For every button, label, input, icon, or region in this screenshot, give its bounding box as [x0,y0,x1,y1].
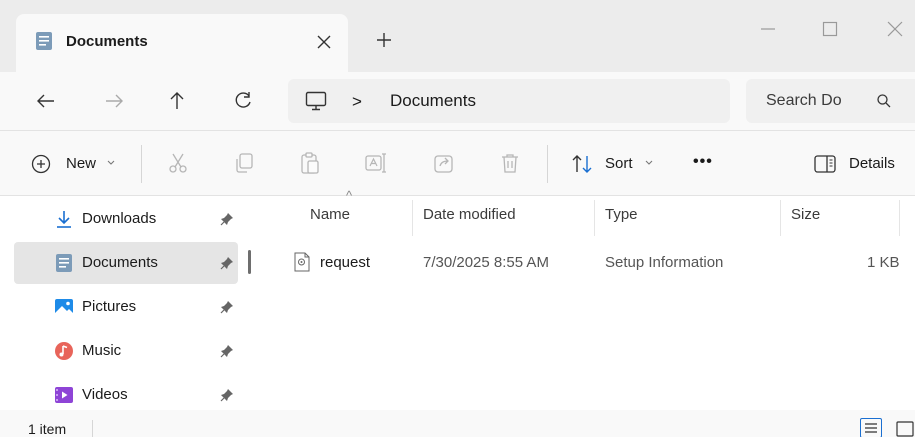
table-row[interactable]: request 7/30/2025 8:55 AM Setup Informat… [286,246,915,280]
details-label: Details [849,155,895,172]
pin-icon[interactable] [220,212,234,226]
file-date-modified: 7/30/2025 8:55 AM [423,254,549,271]
column-divider[interactable] [594,200,595,236]
tab-documents[interactable]: Documents [16,14,348,72]
chevron-down-icon [644,159,654,167]
command-bar: New Sort ••• Details [0,130,915,196]
tab-title: Documents [66,33,148,50]
sidebar-scrollbar-thumb[interactable] [248,250,251,274]
sort-arrows-icon [570,152,594,176]
delete-icon[interactable] [498,151,522,175]
minimize-icon[interactable] [753,14,783,44]
search-icon[interactable] [876,93,892,109]
close-tab-icon[interactable] [312,30,336,54]
sidebar-item-label: Pictures [82,298,137,315]
large-icons-view-icon[interactable] [893,418,915,437]
toolbar-divider [141,145,142,183]
pin-icon[interactable] [220,388,234,402]
sort-label: Sort [605,155,633,172]
documents-folder-icon [35,31,53,51]
rename-icon[interactable] [364,151,388,175]
file-list: ^ Name Date modified Type Size request 7… [262,188,915,410]
pin-icon[interactable] [220,300,234,314]
pictures-icon [54,297,74,317]
new-tab-icon[interactable] [372,28,396,52]
new-label: New [66,155,97,172]
up-icon[interactable] [163,87,191,115]
navigation-bar: > Documents Search Do [0,72,915,130]
address-bar[interactable]: > Documents [288,79,730,123]
sidebar-item-pictures[interactable]: Pictures [14,286,238,328]
pin-icon[interactable] [220,344,234,358]
music-icon [54,341,74,361]
see-more-button[interactable]: ••• [693,153,713,171]
status-divider [92,420,93,437]
close-icon[interactable] [880,14,910,44]
status-bar: 1 item [0,410,915,437]
cut-icon[interactable] [166,151,190,175]
file-size: 1 KB [867,254,900,271]
videos-icon [54,385,74,405]
sidebar-item-label: Videos [82,386,128,403]
copy-icon[interactable] [232,151,256,175]
this-pc-icon[interactable] [304,89,328,113]
file-name: request [320,254,371,271]
item-count: 1 item [28,421,67,437]
sidebar-item-music[interactable]: Music [14,330,238,372]
sidebar-item-downloads[interactable]: Downloads [14,198,238,240]
refresh-icon[interactable] [229,87,257,115]
sidebar-item-label: Music [82,342,122,359]
title-bar: Documents [0,0,915,72]
column-header-date-modified[interactable]: Date modified [423,206,516,223]
search-placeholder: Search Do [766,92,842,109]
forward-icon[interactable] [100,87,128,115]
breadcrumb-documents[interactable]: Documents [390,91,476,111]
chevron-down-icon [106,159,116,167]
column-header-name[interactable]: Name [310,206,350,223]
setup-file-icon [294,252,310,272]
details-pane-icon [813,153,837,175]
documents-folder-icon [54,253,74,273]
search-input[interactable]: Search Do [746,79,915,123]
plus-circle-icon [30,153,52,175]
pin-icon[interactable] [220,256,234,270]
download-icon [54,209,74,229]
navigation-pane: Downloads Documents Pictures Music Video… [0,196,252,410]
back-icon[interactable] [32,87,60,115]
paste-icon[interactable] [298,151,322,175]
file-type: Setup Information [605,254,724,271]
sidebar-item-documents[interactable]: Documents [14,242,238,284]
column-header-size[interactable]: Size [791,206,820,223]
column-divider[interactable] [780,200,781,236]
breadcrumb-separator[interactable]: > [352,92,362,112]
share-icon[interactable] [432,151,456,175]
toolbar-divider [547,145,548,183]
sidebar-item-label: Documents [82,254,158,271]
column-divider[interactable] [412,200,413,236]
sort-ascending-indicator: ^ [346,188,353,203]
maximize-icon[interactable] [815,14,845,44]
column-divider[interactable] [899,200,900,236]
details-view-icon[interactable] [860,418,882,437]
sidebar-item-label: Downloads [82,210,157,227]
column-header-type[interactable]: Type [605,206,638,223]
